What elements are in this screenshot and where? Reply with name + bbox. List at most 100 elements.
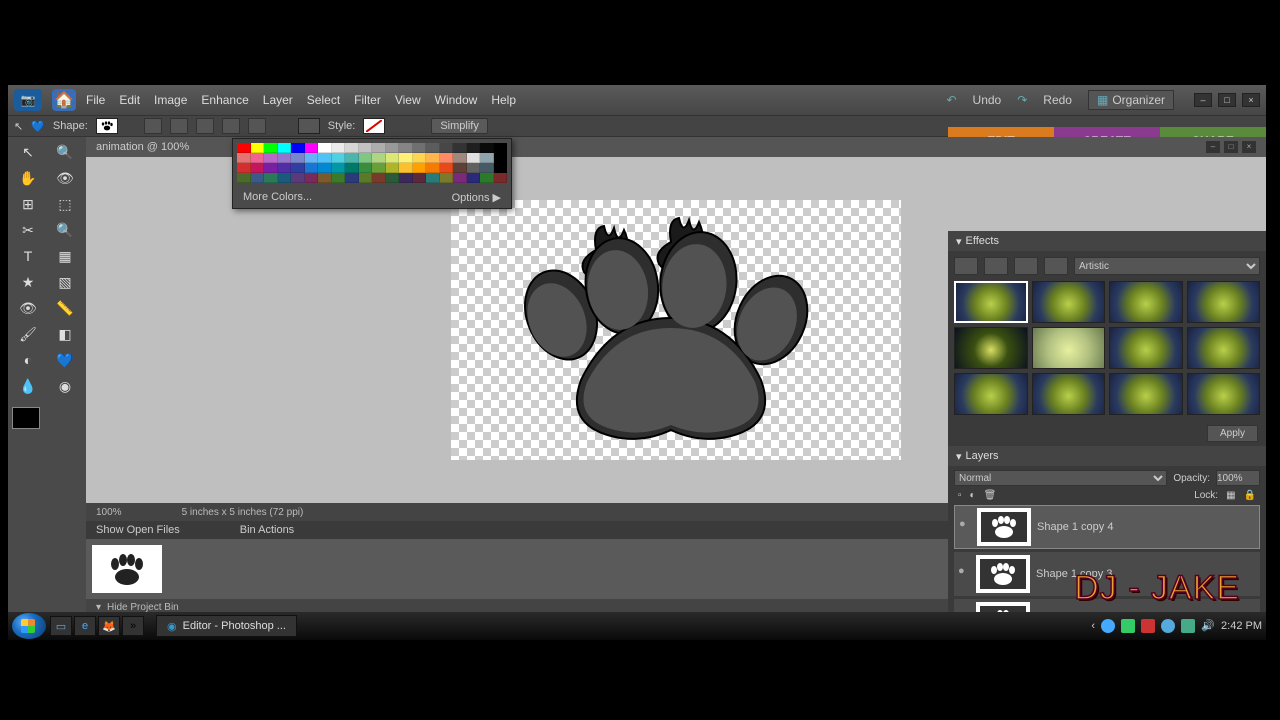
tool-12[interactable]: 👁 [12, 297, 44, 319]
color-swatch-cell[interactable] [264, 143, 278, 153]
color-swatch-cell[interactable] [237, 163, 251, 173]
tool-2[interactable]: ✋ [12, 167, 44, 189]
tool-0[interactable]: ↖ [12, 141, 44, 163]
shape-preview[interactable] [96, 118, 118, 134]
start-button[interactable] [12, 613, 46, 639]
color-swatch-cell[interactable] [345, 173, 359, 183]
layer-row[interactable]: Shape 1 copy 4 [954, 505, 1260, 549]
tool-17[interactable]: 💙 [49, 349, 81, 371]
color-swatch-cell[interactable] [237, 143, 251, 153]
color-swatch-cell[interactable] [453, 163, 467, 173]
taskbar-app[interactable]: ◉ Editor - Photoshop ... [156, 615, 297, 637]
color-swatch-cell[interactable] [480, 143, 494, 153]
effects-cat-3[interactable] [1014, 257, 1038, 275]
color-swatch-cell[interactable] [467, 153, 481, 163]
color-swatch-cell[interactable] [305, 173, 319, 183]
lock-pixels-icon[interactable]: ▦ [1226, 490, 1235, 501]
new-layer-icon[interactable]: ▫ [958, 490, 962, 501]
tray-icon[interactable] [1141, 619, 1155, 633]
menu-enhance[interactable]: Enhance [201, 93, 248, 107]
effect-thumb[interactable] [1109, 327, 1183, 369]
color-swatch-cell[interactable] [467, 143, 481, 153]
layers-header[interactable]: ▾ Layers [948, 446, 1266, 466]
color-swatch-cell[interactable] [467, 173, 481, 183]
tray-network-icon[interactable] [1181, 619, 1195, 633]
color-swatch-cell[interactable] [372, 173, 386, 183]
menu-filter[interactable]: Filter [354, 93, 381, 107]
color-swatch-cell[interactable] [359, 143, 373, 153]
color-swatch-cell[interactable] [264, 173, 278, 183]
color-swatch-cell[interactable] [251, 143, 265, 153]
color-swatch-cell[interactable] [386, 143, 400, 153]
color-swatch-cell[interactable] [318, 163, 332, 173]
color-swatch-cell[interactable] [399, 143, 413, 153]
color-swatch-cell[interactable] [305, 143, 319, 153]
tool-19[interactable]: ◉ [49, 375, 81, 397]
quicklaunch-ie-icon[interactable]: e [74, 616, 96, 636]
color-swatch-cell[interactable] [237, 153, 251, 163]
undo-icon[interactable]: ↶ [946, 93, 956, 107]
hide-bin-button[interactable]: Hide Project Bin [107, 602, 179, 613]
effect-thumb[interactable] [1032, 373, 1106, 415]
quicklaunch-firefox-icon[interactable]: 🦊 [98, 616, 120, 636]
color-swatch-cell[interactable] [453, 173, 467, 183]
color-swatch-cell[interactable] [291, 173, 305, 183]
effects-cat-2[interactable] [984, 257, 1008, 275]
tool-1[interactable]: 🔍 [49, 141, 81, 163]
color-swatch-cell[interactable] [480, 153, 494, 163]
color-swatch-cell[interactable] [480, 173, 494, 183]
redo-button[interactable]: Redo [1037, 91, 1078, 109]
color-swatch-cell[interactable] [494, 143, 508, 153]
color-swatch-cell[interactable] [345, 143, 359, 153]
tool-11[interactable]: ▧ [49, 271, 81, 293]
color-swatch-cell[interactable] [359, 153, 373, 163]
layer-name[interactable]: Shape 1 copy 4 [1037, 521, 1257, 533]
color-swatch-cell[interactable] [332, 143, 346, 153]
canvas[interactable] [451, 200, 901, 460]
undo-button[interactable]: Undo [967, 91, 1008, 109]
layer-thumbnail[interactable] [976, 555, 1030, 593]
color-swatch-cell[interactable] [291, 163, 305, 173]
picker-options-button[interactable]: Options ▶ [452, 191, 501, 204]
menu-view[interactable]: View [395, 93, 421, 107]
color-swatch-cell[interactable] [359, 163, 373, 173]
layer-visibility-icon[interactable] [956, 567, 970, 581]
color-swatch-cell[interactable] [440, 143, 454, 153]
show-open-dropdown[interactable]: Show Open Files [96, 524, 180, 536]
effects-header[interactable]: ▾ Effects [948, 231, 1266, 251]
color-swatch[interactable] [298, 118, 320, 134]
doc-maximize[interactable]: □ [1224, 141, 1238, 153]
tool-5[interactable]: ⬚ [49, 193, 81, 215]
color-swatch-cell[interactable] [305, 153, 319, 163]
effects-cat-4[interactable] [1044, 257, 1068, 275]
color-swatch-cell[interactable] [453, 143, 467, 153]
color-swatch-cell[interactable] [480, 163, 494, 173]
menu-image[interactable]: Image [154, 93, 187, 107]
tool-3[interactable]: 👁 [49, 167, 81, 189]
color-swatch-cell[interactable] [426, 153, 440, 163]
color-swatch-cell[interactable] [237, 173, 251, 183]
color-swatch-cell[interactable] [386, 163, 400, 173]
clock[interactable]: 2:42 PM [1221, 620, 1262, 632]
menu-window[interactable]: Window [435, 93, 478, 107]
effect-thumb[interactable] [1032, 327, 1106, 369]
effect-thumb[interactable] [1187, 373, 1261, 415]
tray-icon[interactable] [1121, 619, 1135, 633]
color-swatch-cell[interactable] [251, 153, 265, 163]
color-swatch-cell[interactable] [386, 153, 400, 163]
constrain2-icon[interactable] [170, 118, 188, 134]
menu-select[interactable]: Select [307, 93, 340, 107]
tray-icon[interactable] [1161, 619, 1175, 633]
home-icon[interactable]: 🏠 [52, 89, 76, 111]
color-swatch-cell[interactable] [305, 163, 319, 173]
opacity-input[interactable] [1216, 470, 1260, 486]
effect-thumb[interactable] [1187, 281, 1261, 323]
color-swatch-cell[interactable] [278, 173, 292, 183]
color-swatch-cell[interactable] [440, 173, 454, 183]
collapse-icon[interactable]: ▾ [96, 602, 101, 613]
color-swatch-cell[interactable] [278, 163, 292, 173]
constrain-icon[interactable] [144, 118, 162, 134]
color-swatch-cell[interactable] [453, 153, 467, 163]
color-swatch-cell[interactable] [251, 173, 265, 183]
more-colors-button[interactable]: More Colors... [243, 191, 312, 204]
